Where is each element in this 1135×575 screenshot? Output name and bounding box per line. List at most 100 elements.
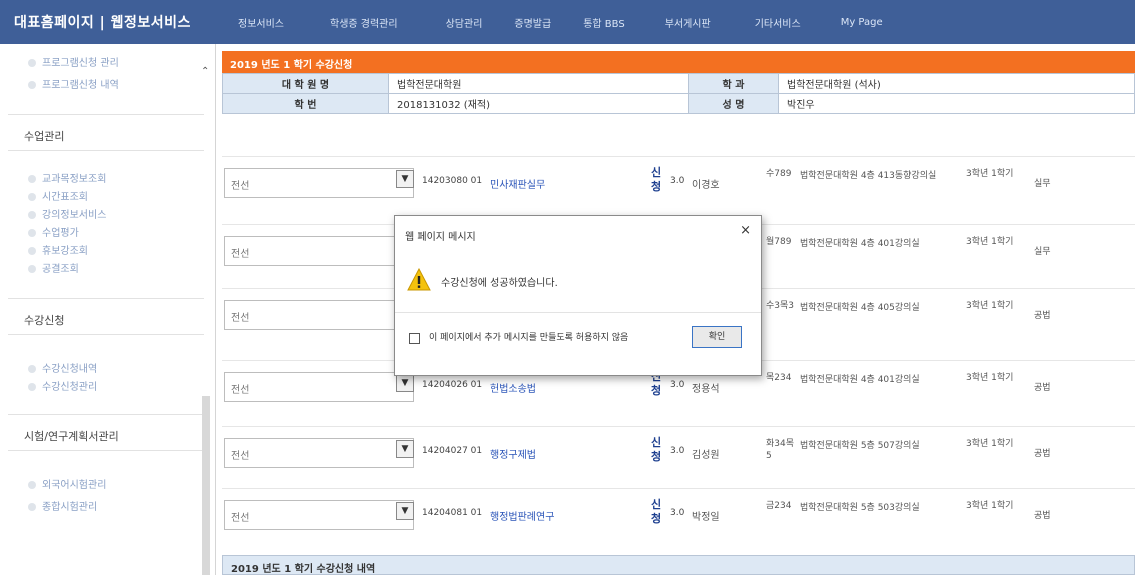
bullet-icon [28, 383, 36, 391]
course-type-select[interactable]: 전선 [224, 438, 414, 468]
course-term: 3학년 1학기 [966, 301, 1014, 311]
sidebar-section-exam[interactable]: 시험/연구계획서관리 [10, 428, 200, 444]
sidebar-item-program-manage[interactable]: 프로그램신청 관리 [28, 54, 119, 69]
course-room: 법학전문대학원 5층 503강의실 [800, 503, 920, 513]
sidebar-section-class[interactable]: 수업관리 [10, 128, 200, 144]
divider [8, 114, 204, 115]
course-professor: 김성원 [692, 450, 720, 461]
scrollbar-thumb[interactable] [202, 396, 210, 575]
chevron-down-icon[interactable]: ▼ [396, 440, 414, 458]
course-type-select[interactable]: 전선 [224, 168, 414, 198]
course-credit: 3.0 [670, 508, 685, 518]
bullet-icon [28, 175, 36, 183]
course-time: 금234 [766, 501, 792, 511]
sidebar-item-label: 공결조회 [42, 264, 79, 275]
course-name-link[interactable]: 행정법판례연구 [490, 508, 554, 523]
college-label: 대 학 원 명 [222, 73, 389, 94]
sidebar-item-absence[interactable]: 공결조회 [28, 260, 79, 275]
course-type-select[interactable]: 전선 [224, 372, 414, 402]
bullet-icon [28, 503, 36, 511]
sidebar-item-comprehensive-exam[interactable]: 종합시험관리 [28, 498, 97, 513]
bullet-icon [28, 59, 36, 67]
student-id-value: 2018131032 (재적) [388, 93, 689, 114]
nav-item-bbs[interactable]: 통합 BBS [583, 15, 624, 30]
sidebar-item-label: 종합시험관리 [42, 502, 98, 513]
sidebar-item-lecture-service[interactable]: 강의정보서비스 [28, 206, 106, 221]
course-category: 공법 [1034, 511, 1051, 521]
nav-item-board[interactable]: 부서게시판 [665, 15, 711, 30]
course-row: 전선 ▼ 14203080 01 민사재판실무 신청 3.0 이경호 수789 … [222, 156, 1135, 208]
divider [222, 488, 1135, 489]
sidebar-item-label: 수강신청관리 [42, 382, 98, 393]
course-category: 실무 [1034, 179, 1051, 189]
apply-button[interactable]: 신청 [650, 498, 662, 526]
bullet-icon [28, 81, 36, 89]
bullet-icon [28, 247, 36, 255]
close-icon[interactable]: × [740, 223, 751, 238]
alert-dialog: 웹 페이지 메시지 × 수강신청에 성공하였습니다. 이 페이지에서 추가 메시… [394, 215, 762, 376]
chevron-up-icon[interactable]: ⌃ [201, 66, 209, 77]
college-value: 법학전문대학원 [388, 73, 689, 94]
sidebar-item-label: 교과목정보조회 [42, 174, 107, 185]
sidebar-item-timetable[interactable]: 시간표조회 [28, 188, 88, 203]
sidebar-item-label: 시간표조회 [42, 192, 88, 203]
nav-item-etc[interactable]: 기타서비스 [755, 15, 801, 30]
suppress-messages-label[interactable]: 이 페이지에서 추가 메시지를 만들도록 허용하지 않음 [429, 330, 659, 346]
divider [8, 150, 204, 151]
course-row: 전선 ▼ 14204081 01 행정법판례연구 신청 3.0 박정일 금234… [222, 488, 1135, 540]
sidebar-item-label: 수강신청내역 [42, 364, 98, 375]
nav-item-mypage[interactable]: My Page [841, 17, 883, 28]
apply-button[interactable]: 신청 [650, 436, 662, 464]
sidebar: 프로그램신청 관리 프로그램신청 내역 수업관리 교과목정보조회 시간표조회 강… [0, 44, 216, 575]
course-type-select[interactable]: 전선 [224, 500, 414, 530]
brand-title[interactable]: 대표홈페이지 | 웹정보서비스 [0, 0, 216, 44]
bullet-icon [28, 365, 36, 373]
warning-icon [407, 268, 431, 291]
nav-item-student-card[interactable]: 학생증 경력관리 [330, 15, 398, 30]
nav-item-certificate[interactable]: 증명발급 [514, 15, 551, 30]
ok-button[interactable]: 확인 [692, 326, 742, 348]
sidebar-section-registration[interactable]: 수강신청 [10, 312, 200, 328]
dept-label: 학 과 [688, 73, 779, 94]
bullet-icon [28, 481, 36, 489]
course-type-select[interactable]: 전선 [224, 300, 414, 330]
sidebar-item-language-exam[interactable]: 외국어시험관리 [28, 476, 106, 491]
course-code: 14203080 01 [422, 176, 483, 186]
course-credit: 3.0 [670, 176, 685, 186]
chevron-down-icon[interactable]: ▼ [396, 374, 414, 392]
course-time: 목234 [766, 373, 792, 383]
bullet-icon [28, 211, 36, 219]
apply-button[interactable]: 신청 [650, 166, 662, 194]
sidebar-item-program-history[interactable]: 프로그램신청 내역 [28, 76, 119, 91]
course-time: 수789 [766, 169, 792, 179]
course-type-select[interactable]: 전선 [224, 236, 414, 266]
nav-item-info[interactable]: 정보서비스 [238, 15, 284, 30]
chevron-down-icon[interactable]: ▼ [396, 502, 414, 520]
bullet-icon [28, 265, 36, 273]
course-room: 법학전문대학원 4층 401강의실 [800, 239, 920, 249]
sidebar-item-registration-history[interactable]: 수강신청내역 [28, 360, 97, 375]
sidebar-item-makeup[interactable]: 휴보강조회 [28, 242, 88, 257]
course-name-link[interactable]: 행정구제법 [490, 446, 536, 461]
chevron-down-icon[interactable]: ▼ [396, 170, 414, 188]
divider [8, 298, 204, 299]
sidebar-item-course-info[interactable]: 교과목정보조회 [28, 170, 106, 185]
suppress-messages-checkbox[interactable] [409, 333, 420, 344]
divider [8, 334, 204, 335]
sidebar-scrollbar[interactable]: ⌃ [200, 60, 212, 575]
top-nav: 대표홈페이지 | 웹정보서비스 정보서비스 학생증 경력관리 상담관리 증명발급… [0, 0, 1135, 44]
nav-item-counsel[interactable]: 상담관리 [446, 15, 483, 30]
course-name-link[interactable]: 민사재판실무 [490, 176, 545, 191]
dept-value: 법학전문대학원 (석사) [778, 73, 1135, 94]
course-code: 14204026 01 [422, 380, 483, 390]
course-row: 전선 ▼ 14204027 01 행정구제법 신청 3.0 김성원 화34목5 … [222, 426, 1135, 478]
sidebar-item-label: 프로그램신청 내역 [42, 80, 119, 91]
course-professor: 이경호 [692, 180, 720, 191]
divider [395, 312, 761, 313]
course-time: 월789 [766, 237, 792, 247]
course-credit: 3.0 [670, 380, 685, 390]
course-credit: 3.0 [670, 446, 685, 456]
course-name-link[interactable]: 헌법소송법 [490, 380, 536, 395]
sidebar-item-evaluation[interactable]: 수업평가 [28, 224, 79, 239]
sidebar-item-registration-manage[interactable]: 수강신청관리 [28, 378, 97, 393]
